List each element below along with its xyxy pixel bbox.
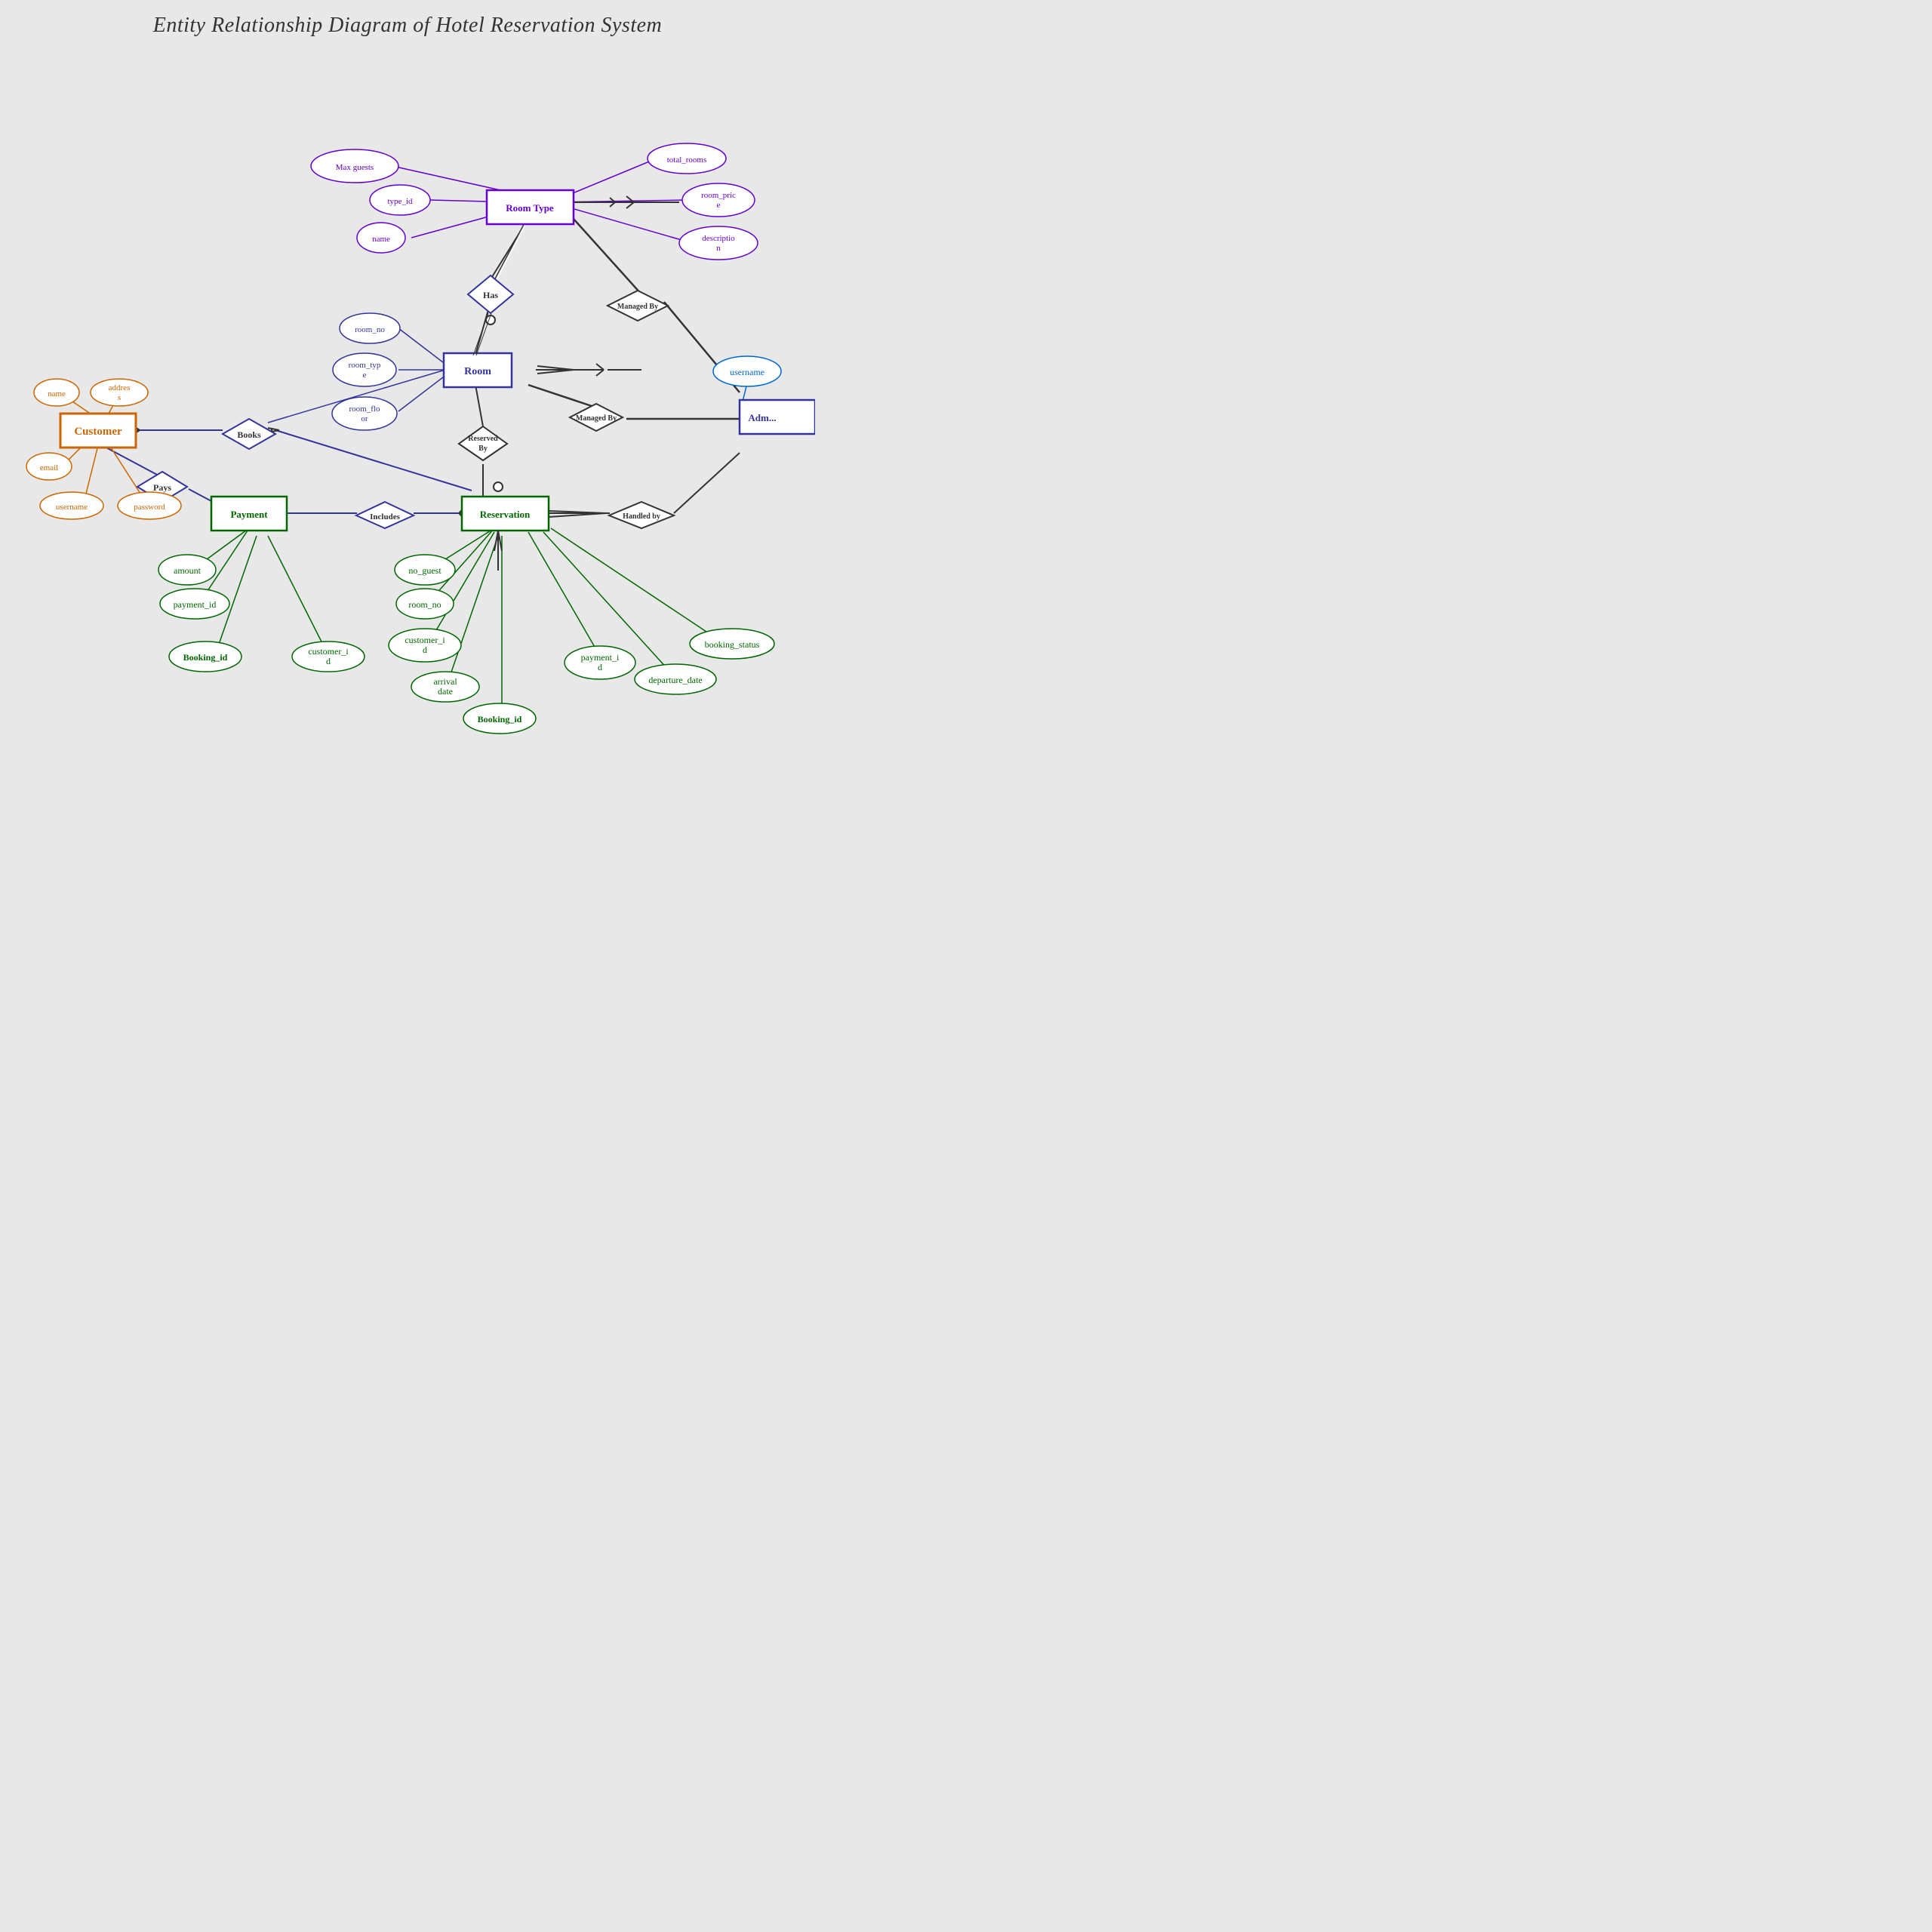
payment-label: Payment <box>230 509 268 520</box>
diagram-container: Entity Relationship Diagram of Hotel Res… <box>0 0 815 815</box>
arrival-date-label2: date <box>438 686 453 697</box>
room-type-label: Room Type <box>506 202 554 214</box>
arrival-date-label: arrival <box>433 676 457 687</box>
reserved-by-relationship <box>459 426 507 460</box>
room-type-attr-label2: e <box>363 371 367 380</box>
address-label2: s <box>118 393 121 402</box>
description-label: descriptio <box>702 234 735 243</box>
room-price-label: room_pric <box>701 191 736 200</box>
customer-label: Customer <box>74 426 122 438</box>
customer-id-p-label: customer_i <box>308 646 349 657</box>
reserved-by-label2: By <box>478 445 488 453</box>
room-type-attr <box>333 353 396 386</box>
password-label: password <box>134 503 165 512</box>
payment-id-res-label: payment_i <box>581 652 620 663</box>
departure-date-label: departure_date <box>648 675 702 685</box>
no-guest-label: no_guest <box>408 565 441 576</box>
room-price-label2: e <box>717 201 721 210</box>
reserved-by-label: Reserved <box>468 435 498 443</box>
room-no-res-label: room_no <box>408 599 441 610</box>
description-label2: n <box>716 244 721 253</box>
username-adm-label: username <box>730 367 764 377</box>
reservation-label: Reservation <box>480 509 531 520</box>
total-rooms-label: total_rooms <box>667 155 707 165</box>
username-c-label: username <box>56 503 88 512</box>
room-floor-label: room_flo <box>349 405 380 414</box>
er-diagram: Customer Room Room Type Reservation Paym… <box>0 0 815 815</box>
customer-id-res-label: customer_i <box>405 635 445 645</box>
handled-by-label: Handled by <box>623 512 660 521</box>
customer-name-label: name <box>48 389 66 398</box>
room-floor-label2: or <box>361 414 368 423</box>
room-no-label: room_no <box>355 325 385 334</box>
customer-id-res-label2: d <box>423 645 427 655</box>
description-attr <box>679 226 758 260</box>
booking-id-res-label: Booking_id <box>478 714 522 724</box>
room-floor-attr <box>332 397 397 430</box>
booking-id-p-label: Booking_id <box>183 652 228 663</box>
includes-label: Includes <box>370 512 400 521</box>
address-label: addres <box>109 383 131 392</box>
payment-id-label: payment_id <box>174 599 217 610</box>
amount-label: amount <box>174 565 202 576</box>
pays-label: Pays <box>153 482 171 493</box>
has-label: Has <box>483 290 498 300</box>
managed-by-top-label: Managed By <box>617 303 658 311</box>
payment-id-res-label2: d <box>598 662 602 672</box>
admin-label: Adm... <box>748 412 776 423</box>
room-label: Room <box>464 366 491 377</box>
room-price-attr <box>682 183 755 217</box>
books-label: Books <box>237 429 261 440</box>
type-id-label: type_id <box>388 197 413 206</box>
customer-id-p-label2: d <box>326 656 331 666</box>
max-guests-label: Max guests <box>336 163 374 172</box>
managed-by-bottom-label: Managed By <box>576 414 617 423</box>
name-rt-label: name <box>372 235 390 244</box>
booking-status-label: booking_status <box>705 639 760 650</box>
room-type-attr-label: room_typ <box>349 361 381 370</box>
email-label: email <box>40 463 58 472</box>
